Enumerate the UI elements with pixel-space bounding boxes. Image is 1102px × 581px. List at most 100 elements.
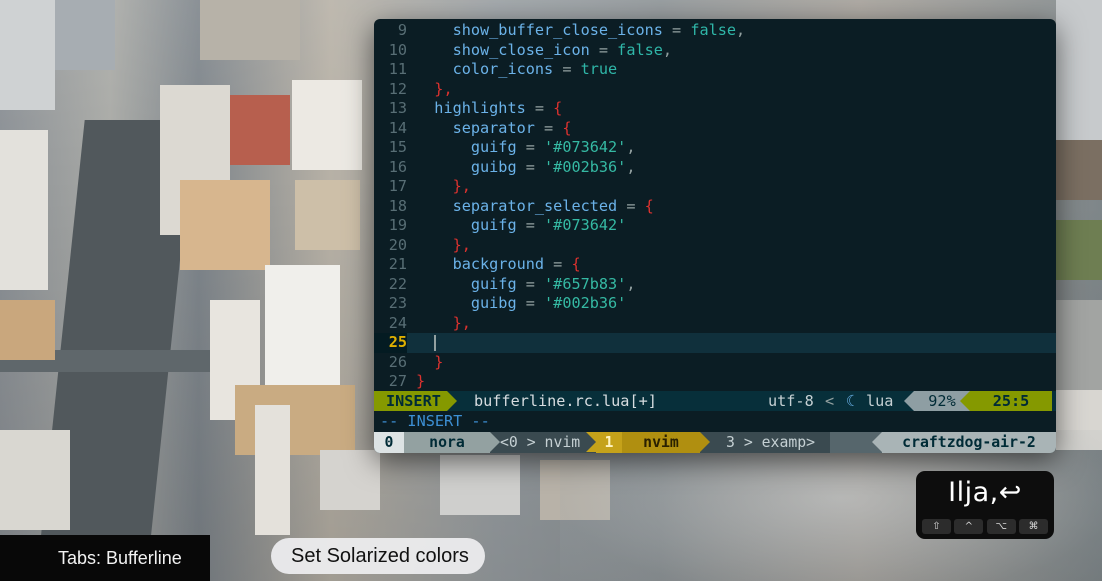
token-key: background — [452, 255, 545, 273]
line-number: 24 — [388, 313, 407, 332]
code-line[interactable]: 11 color_icons = true — [374, 60, 1056, 80]
line-code: background = { — [416, 255, 581, 275]
tmux-statusbar: 0 nora <0 > nvim 1 nvim 3 > examp> craft… — [374, 432, 1056, 453]
code-line[interactable]: 13 highlights = { — [374, 99, 1056, 119]
code-line[interactable]: 12 }, — [374, 80, 1056, 100]
chapter-label: Tabs: Bufferline — [0, 535, 210, 581]
token-op: = — [525, 99, 554, 117]
statusline-encoding: utf-8 — [768, 392, 814, 410]
line-number: 21 — [388, 255, 407, 273]
command-key-icon: ⌘ — [1018, 519, 1048, 534]
line-code: }, — [416, 314, 471, 334]
line-code: } — [416, 372, 425, 392]
token-op: , — [626, 274, 636, 293]
line-number: 10 — [388, 40, 407, 59]
token-op: = — [516, 274, 545, 293]
line-number: 22 — [388, 274, 407, 293]
token-key: separator_selected — [452, 196, 618, 215]
token-op: = — [553, 60, 581, 78]
token-str: '#002b36' — [544, 157, 627, 176]
line-number: 20 — [388, 235, 407, 254]
line-number: 16 — [388, 157, 407, 176]
keystroke-text: Ilja,↩ — [948, 477, 1022, 508]
tmux-hostname: craftzdog-air-2 — [872, 432, 1056, 453]
keystroke-overlay: Ilja,↩ ⇧ ^ ⌥ ⌘ — [916, 471, 1054, 539]
shift-key-icon: ⇧ — [922, 519, 951, 534]
modifier-keys: ⇧ ^ ⌥ ⌘ — [922, 519, 1048, 534]
tmux-session-name: nora — [404, 432, 500, 453]
code-line[interactable]: 10 show_close_icon = false, — [374, 41, 1056, 61]
code-line[interactable]: 20 }, — [374, 236, 1056, 256]
token-op: , — [736, 21, 746, 39]
line-number: 11 — [388, 60, 407, 78]
code-line[interactable]: 9 show_buffer_close_icons = false, — [374, 21, 1056, 41]
code-line[interactable]: 17 }, — [374, 177, 1056, 197]
token-key: guifg — [470, 274, 517, 293]
token-op: , — [626, 138, 636, 156]
tmux-window-1[interactable]: <0 > nvim — [500, 432, 580, 453]
line-code: show_buffer_close_icons = false, — [416, 21, 746, 41]
control-key-icon: ^ — [954, 519, 984, 534]
line-code — [416, 333, 437, 353]
code-line[interactable]: 24 }, — [374, 314, 1056, 334]
token-str: '#657b83' — [544, 274, 627, 293]
line-code: color_icons = true — [416, 60, 618, 80]
code-line[interactable]: 23 guibg = '#002b36' — [374, 294, 1056, 314]
code-line[interactable]: 21 background = { — [374, 255, 1056, 275]
line-code: }, — [416, 80, 452, 100]
token-bool: false — [690, 21, 737, 39]
line-code: guifg = '#657b83', — [416, 274, 636, 295]
line-code: guifg = '#073642' — [416, 216, 626, 236]
lua-icon: ☾ — [846, 392, 856, 410]
vim-statusline: INSERT bufferline.rc.lua[+] utf-8 < ☾ lu… — [374, 391, 1056, 411]
code-line[interactable]: 16 guibg = '#002b36', — [374, 158, 1056, 178]
line-code: highlights = { — [416, 99, 562, 119]
tmux-window-active-name[interactable]: nvim — [622, 432, 710, 453]
line-code: separator = { — [416, 119, 572, 139]
code-line[interactable]: 15 guifg = '#073642', — [374, 138, 1056, 158]
code-line[interactable]: 26 } — [374, 353, 1056, 373]
token-op: = — [516, 216, 545, 234]
token-bool: true — [580, 60, 618, 78]
terminal-window[interactable]: 9 show_buffer_close_icons = false, 10 sho… — [374, 19, 1056, 453]
code-line[interactable]: 18 separator_selected = { — [374, 197, 1056, 217]
current-line[interactable]: 25 — [374, 333, 1056, 353]
token-key: guibg — [470, 294, 517, 312]
token-key: guibg — [470, 157, 517, 176]
tmux-window-active-index[interactable]: 1 — [586, 432, 622, 453]
token-key: color_icons — [452, 60, 554, 78]
token-br: }, — [452, 177, 471, 195]
line-number: 17 — [388, 177, 407, 195]
tmux-window-3[interactable]: 3 > examp> — [726, 432, 815, 453]
token-br: { — [571, 255, 581, 273]
code-line[interactable]: 14 separator = { — [374, 119, 1056, 139]
code-line[interactable]: 22 guifg = '#657b83', — [374, 275, 1056, 295]
token-op: = — [662, 21, 691, 39]
code-line[interactable]: 27} — [374, 372, 1056, 392]
statusline-filename: bufferline.rc.lua[+] — [474, 392, 657, 410]
line-code: } — [416, 353, 443, 373]
code-line[interactable]: 19 guifg = '#073642' — [374, 216, 1056, 236]
command-line-message: -- INSERT -- — [380, 412, 490, 430]
line-number: 26 — [388, 352, 407, 371]
line-code: }, — [416, 236, 471, 256]
line-number: 27 — [388, 372, 407, 390]
token-op: = — [589, 40, 618, 59]
token-key: highlights — [434, 99, 526, 117]
line-number: 13 — [388, 99, 407, 117]
token-br: } — [416, 372, 426, 390]
mode-indicator: INSERT — [374, 391, 457, 411]
token-br: }, — [452, 235, 471, 254]
line-code: separator_selected = { — [416, 197, 654, 217]
token-str: '#002b36' — [544, 294, 627, 312]
